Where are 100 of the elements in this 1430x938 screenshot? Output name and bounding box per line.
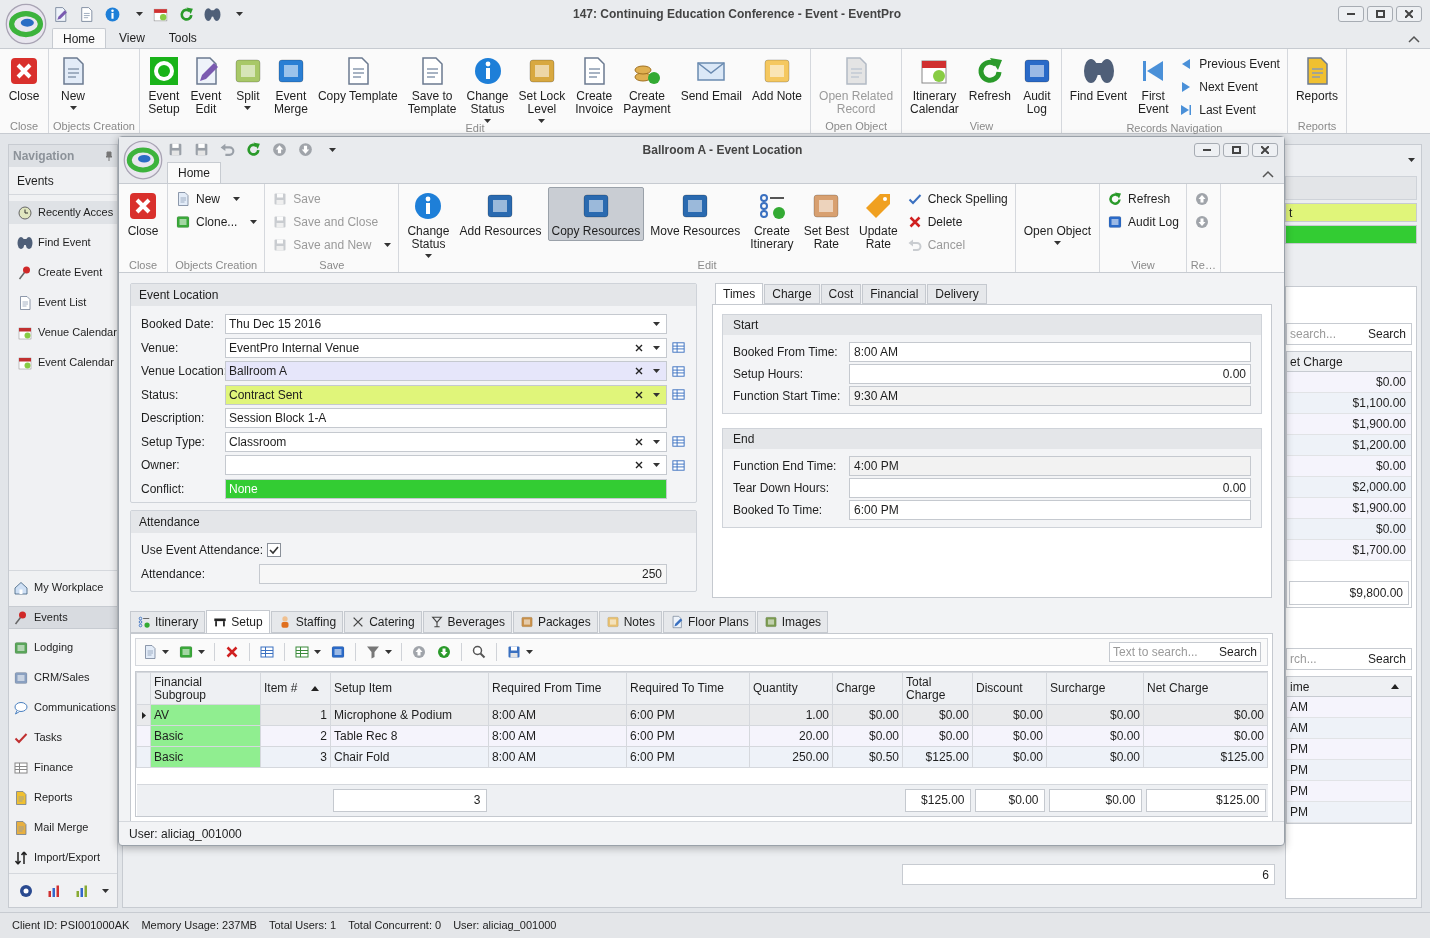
window-button[interactable] <box>1338 6 1364 22</box>
ribbon-button[interactable]: Create Payment <box>619 52 675 119</box>
ribbon-button[interactable]: First Event <box>1133 52 1174 119</box>
column-header[interactable]: Required To Time <box>626 672 750 705</box>
edit-form-icon[interactable] <box>671 434 686 449</box>
window-button[interactable] <box>1223 142 1249 157</box>
nav-item[interactable]: Event List <box>9 291 117 314</box>
lookup-field[interactable]: EventPro Internal Venue <box>225 337 667 358</box>
time-field[interactable]: 9:30 AM <box>849 386 1251 406</box>
column-header[interactable]: Required From Time <box>488 672 627 705</box>
pin-icon[interactable] <box>105 151 113 161</box>
ribbon-button[interactable]: Close <box>123 187 163 241</box>
filter-icon[interactable] <box>365 644 381 660</box>
ribbon-button[interactable]: Itinerary Calendar <box>906 52 963 119</box>
tab[interactable]: Itinerary <box>130 611 206 633</box>
ribbon-button[interactable]: Event Setup <box>143 52 184 119</box>
text-field[interactable]: Session Block 1-A <box>225 408 667 428</box>
ribbon-button[interactable]: Refresh <box>964 52 1015 106</box>
ribbon-button[interactable]: Event Edit <box>185 52 226 119</box>
ribbon-button[interactable]: Close <box>4 52 44 106</box>
edit-form-icon[interactable] <box>671 340 686 355</box>
column-header[interactable]: Discount <box>972 672 1047 705</box>
ribbon-button[interactable]: Add Note <box>748 52 807 106</box>
ribbon-button[interactable]: Copy Template <box>313 52 402 106</box>
edit-form-icon[interactable] <box>671 457 686 473</box>
nav-module[interactable]: My Workplace <box>9 576 117 599</box>
ribbon-button[interactable]: Previous Event <box>1175 53 1283 75</box>
ribbon-tab[interactable]: View <box>108 28 156 48</box>
lookup-field[interactable]: Contract Sent <box>225 384 667 405</box>
tab[interactable]: Cost <box>820 284 862 304</box>
tab[interactable]: Financial <box>862 284 927 304</box>
window-button[interactable] <box>1367 6 1393 22</box>
ribbon-button[interactable]: Open Object <box>1019 187 1096 248</box>
ribbon-button[interactable]: Last Event <box>1175 99 1283 121</box>
tab[interactable]: Delivery <box>927 284 987 304</box>
nav-module[interactable]: Mail Merge <box>9 816 117 839</box>
ribbon-button[interactable]: Set Lock Level <box>514 52 570 126</box>
ribbon-button[interactable]: Change Status <box>403 187 454 261</box>
nav-module[interactable]: Finance <box>9 756 117 779</box>
column-header[interactable]: Financial Subgroup <box>150 672 261 705</box>
search-field[interactable]: search... Search <box>1286 323 1412 345</box>
lookup-field[interactable]: Ballroom A <box>225 361 667 381</box>
ribbon-button[interactable]: Move Resources <box>646 187 745 241</box>
tab[interactable]: Beverages <box>422 611 512 633</box>
ribbon-tab[interactable]: Home <box>52 28 106 48</box>
ribbon-button[interactable]: Create Itinerary <box>746 187 798 254</box>
nav-item[interactable]: Create Event <box>9 261 117 284</box>
column-header[interactable]: Charge <box>832 672 903 705</box>
nav-module[interactable]: Tasks <box>9 726 117 749</box>
column-header[interactable]: Setup Item <box>330 672 489 705</box>
nav-item[interactable]: Venue Calendar <box>9 321 117 344</box>
nav-module[interactable]: Reports <box>9 786 117 809</box>
tab[interactable]: Catering <box>344 611 422 633</box>
nav-item[interactable]: Event Calendar <box>9 351 117 374</box>
edit-form-icon[interactable] <box>671 363 686 379</box>
info-icon[interactable] <box>104 5 121 23</box>
nav-item[interactable]: Find Event <box>9 231 117 254</box>
checkbox[interactable] <box>267 543 282 557</box>
tab[interactable]: Floor Plans <box>663 611 756 633</box>
time-field[interactable]: 6:00 PM <box>849 500 1251 520</box>
nav-module[interactable]: Import/Export <box>9 846 117 869</box>
search-button[interactable]: Search <box>1218 643 1257 661</box>
search-field[interactable]: Text to search... Search <box>1109 642 1261 662</box>
nav-module[interactable]: Communications <box>9 696 117 719</box>
clear-icon[interactable] <box>635 461 643 469</box>
ribbon-button[interactable]: Find Event <box>1065 52 1132 106</box>
tab[interactable]: Setup <box>206 610 270 634</box>
app-logo-icon[interactable] <box>5 3 47 45</box>
ribbon-button[interactable]: Send Email <box>676 52 746 106</box>
edit-icon[interactable] <box>52 5 69 23</box>
tab[interactable]: Staffing <box>270 611 344 633</box>
nav-module[interactable]: Lodging <box>9 636 117 659</box>
tab[interactable]: Notes <box>598 611 662 633</box>
ribbon-button[interactable]: Create Invoice <box>571 52 618 119</box>
column-header[interactable]: Item # <box>260 672 331 705</box>
ribbon-button[interactable]: Audit Log <box>1104 211 1182 233</box>
ribbon-button[interactable]: Split <box>227 52 268 113</box>
grid-icon[interactable] <box>259 644 275 660</box>
nav-module[interactable]: CRM/Sales <box>9 666 117 689</box>
number-field[interactable]: 0.00 <box>849 364 1251 384</box>
tab[interactable]: Images <box>756 611 829 633</box>
globe-icon[interactable] <box>17 882 34 899</box>
clear-icon[interactable] <box>635 437 643 446</box>
window-button[interactable] <box>1396 6 1422 22</box>
search-button[interactable]: Search <box>1365 325 1408 343</box>
column-header[interactable]: Quantity <box>749 672 833 705</box>
ribbon-button[interactable]: Check Spelling <box>903 188 1011 210</box>
lookup-field[interactable]: Classroom <box>225 431 667 452</box>
column-header[interactable]: Surcharge <box>1046 672 1144 705</box>
binoculars-icon[interactable] <box>204 5 221 23</box>
ribbon-button[interactable]: Event Merge <box>269 52 312 119</box>
search-button[interactable]: Search <box>1365 650 1408 668</box>
ribbon-button[interactable]: Save to Template <box>403 52 461 119</box>
document-icon[interactable] <box>142 644 158 660</box>
ribbon-button[interactable]: Delete <box>903 211 1011 233</box>
ribbon-button[interactable]: Set Best Rate <box>799 187 853 254</box>
ribbon-button[interactable]: Add Resources <box>455 187 546 241</box>
ribbon-button[interactable]: Update Rate <box>855 187 902 254</box>
nav-item[interactable]: Recently Acces <box>9 201 117 224</box>
column-header[interactable]: Net Charge <box>1143 672 1268 705</box>
